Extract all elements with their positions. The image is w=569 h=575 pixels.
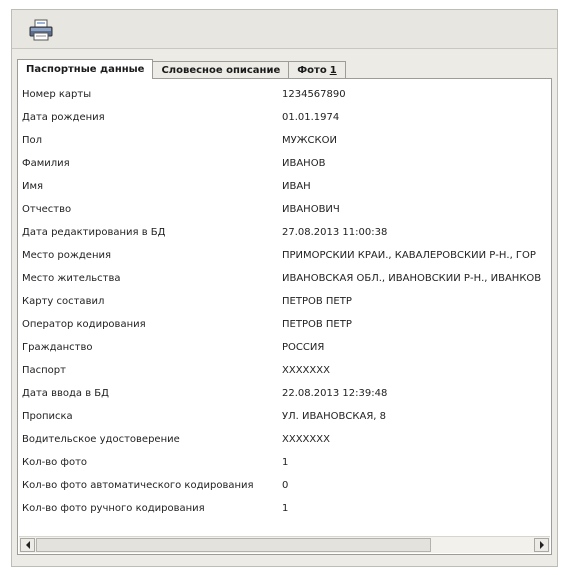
field-label: Кол-во фото автоматического кодирования (22, 480, 254, 491)
field-row-sex: Пол МУЖСКОЙ (18, 129, 551, 152)
field-value: ИВАНОВСКАЯ ОБЛ., ИВАНОВСКИЙ Р-Н., ИВАНКО… (282, 273, 542, 284)
field-label: Гражданство (22, 342, 93, 353)
field-label: Кол-во фото (22, 457, 88, 468)
field-row-patronymic: Отчество ИВАНОВИЧ (18, 198, 551, 221)
field-row-entry-date: Дата ввода в БД 22.08.2013 12:39:48 (18, 382, 551, 405)
field-row-birth-place: Место рождения ПРИМОРСКИЙ КРАЙ., КАВАЛЕРО… (18, 244, 551, 267)
tab-strip: Паспортные данные Словесное описание Фот… (17, 59, 346, 79)
field-row-first-name: Имя ИВАН (18, 175, 551, 198)
field-row-passport: Паспорт XXXXXXX (18, 359, 551, 382)
tab-label: Фото (297, 65, 327, 76)
field-value: XXXXXXX (282, 365, 330, 376)
arrow-right-icon (539, 541, 544, 549)
field-value: ПРИМОРСКИЙ КРАЙ., КАВАЛЕРОВСКИЙ Р-Н., ГО… (282, 250, 536, 261)
field-label: Карту составил (22, 296, 105, 307)
scroll-right-button[interactable] (534, 538, 549, 552)
scrollbar-thumb[interactable] (36, 538, 431, 552)
field-value: 01.01.1974 (282, 112, 340, 123)
field-value: РОССИЯ (282, 342, 325, 353)
toolbar (12, 10, 557, 49)
field-row-driver-license: Водительское удостоверение XXXXXXX (18, 428, 551, 451)
field-label: Кол-во фото ручного кодирования (22, 503, 205, 514)
field-row-birth-date: Дата рождения 01.01.1974 (18, 106, 551, 129)
field-label: Номер карты (22, 89, 92, 100)
field-row-card-number: Номер карты 1234567890 (18, 83, 551, 106)
tab-photo[interactable]: Фото 1 (288, 61, 346, 79)
field-row-coding-operator: Оператор кодирования ПЕТРОВ ПЕТР (18, 313, 551, 336)
tab-passport-data[interactable]: Паспортные данные (17, 59, 154, 79)
field-value: 1234567890 (282, 89, 346, 100)
field-label: Пол (22, 135, 43, 146)
field-value: XXXXXXX (282, 434, 330, 445)
field-value: ПЕТРОВ ПЕТР (282, 319, 352, 330)
field-value: УЛ. ИВАНОВСКАЯ, 8 (282, 411, 386, 422)
field-label: Место рождения (22, 250, 111, 261)
field-value: 22.08.2013 12:39:48 (282, 388, 388, 399)
field-label: Фамилия (22, 158, 70, 169)
field-row-photo-count: Кол-во фото 1 (18, 451, 551, 474)
field-label: Место жительства (22, 273, 121, 284)
field-row-residence: Место жительства ИВАНОВСКАЯ ОБЛ., ИВАНОВС… (18, 267, 551, 290)
field-label: Водительское удостоверение (22, 434, 180, 445)
field-row-edit-date: Дата редактирования в БД 27.08.2013 11:00… (18, 221, 551, 244)
field-label: Оператор кодирования (22, 319, 146, 330)
field-label: Дата рождения (22, 112, 105, 123)
field-list: Номер карты 1234567890 Дата рождения 01.01… (18, 83, 551, 520)
card-window: Паспортные данные Словесное описание Фот… (11, 9, 558, 567)
field-value: ПЕТРОВ ПЕТР (282, 296, 352, 307)
field-value: 1 (282, 457, 289, 468)
arrow-left-icon (25, 541, 30, 549)
field-row-manual-coded-photos: Кол-во фото ручного кодирования 1 (18, 497, 551, 520)
field-label: Отчество (22, 204, 72, 215)
field-value: МУЖСКОЙ (282, 135, 337, 146)
horizontal-scrollbar[interactable] (19, 536, 550, 553)
field-value: ИВАНОВИЧ (282, 204, 340, 215)
tab-label: Словесное описание (161, 65, 281, 76)
field-label: Паспорт (22, 365, 66, 376)
field-row-citizenship: Гражданство РОССИЯ (18, 336, 551, 359)
field-value: 1 (282, 503, 289, 514)
printer-icon (29, 19, 53, 40)
field-value: 0 (282, 480, 289, 491)
field-value: ИВАНОВ (282, 158, 326, 169)
print-button[interactable] (26, 16, 56, 43)
field-label: Дата редактирования в БД (22, 227, 166, 238)
field-value: ИВАН (282, 181, 311, 192)
tab-verbal-description[interactable]: Словесное описание (152, 61, 290, 79)
field-row-auto-coded-photos: Кол-во фото автоматического кодирования 0 (18, 474, 551, 497)
field-row-registration: Прописка УЛ. ИВАНОВСКАЯ, 8 (18, 405, 551, 428)
tab-photo-count: 1 (329, 65, 337, 76)
tab-label: Паспортные данные (26, 64, 145, 75)
field-row-compiled-by: Карту составил ПЕТРОВ ПЕТР (18, 290, 551, 313)
scroll-left-button[interactable] (20, 538, 35, 552)
field-value: 27.08.2013 11:00:38 (282, 227, 388, 238)
field-label: Имя (22, 181, 44, 192)
field-label: Дата ввода в БД (22, 388, 109, 399)
field-row-surname: Фамилия ИВАНОВ (18, 152, 551, 175)
field-label: Прописка (22, 411, 73, 422)
passport-data-panel: Номер карты 1234567890 Дата рождения 01.01… (17, 78, 552, 555)
